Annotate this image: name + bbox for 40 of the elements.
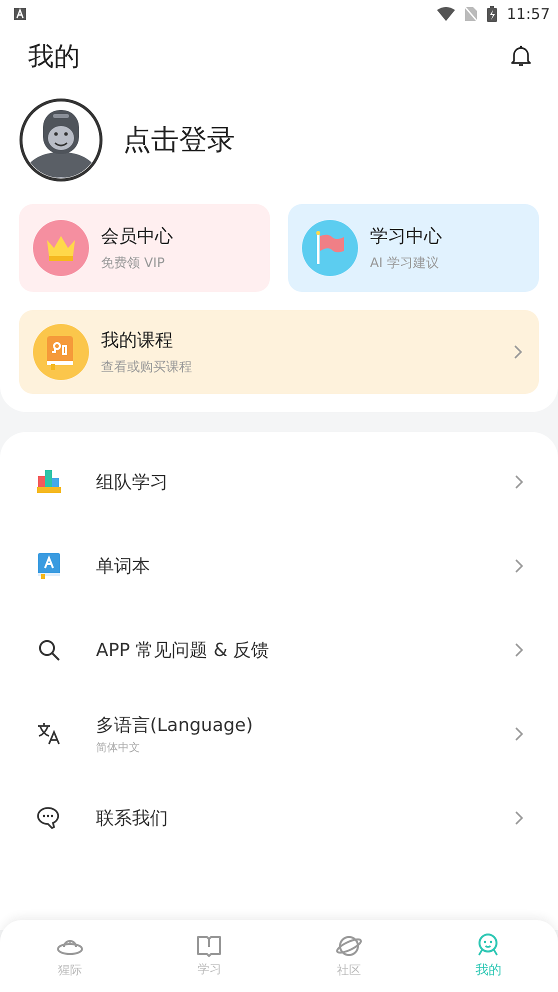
- status-time: 11:57: [506, 5, 550, 23]
- translate-icon: [37, 722, 61, 746]
- bell-icon[interactable]: [511, 45, 531, 67]
- feature-card[interactable]: 会员中心 免费领 VIP: [19, 204, 270, 292]
- no-sim-icon: [464, 7, 477, 21]
- planet-icon: [334, 934, 363, 958]
- card-subtitle: 查看或购买课程: [101, 359, 193, 376]
- chevron-icon: [514, 642, 524, 658]
- login-link[interactable]: 点击登录: [123, 121, 235, 159]
- chevron-icon: [514, 558, 524, 574]
- smiley-icon: [476, 933, 500, 957]
- crown-icon: [33, 220, 89, 276]
- chat-icon: [37, 807, 61, 829]
- page-title: 我的: [28, 40, 80, 74]
- menu-item-label[interactable]: 单词本: [96, 554, 514, 578]
- menu-item-label[interactable]: APP 常见问题 & 反馈: [96, 638, 514, 662]
- book-icon: [33, 324, 89, 380]
- card-title: 学习中心: [370, 225, 443, 248]
- search-icon: [38, 639, 60, 661]
- books-icon: [37, 470, 61, 494]
- book-icon: [196, 934, 222, 956]
- chevron-icon: [514, 474, 524, 490]
- card-subtitle: 免费领 VIP: [101, 255, 166, 272]
- card-title: 会员中心: [101, 225, 174, 248]
- menu-item-label[interactable]: 多语言(Language): [96, 713, 514, 737]
- card-subtitle: AI 学习建议: [370, 255, 440, 272]
- flag-icon: [302, 220, 358, 276]
- dictionary-icon: [37, 553, 61, 579]
- menu-item-label[interactable]: 联系我们: [96, 806, 514, 830]
- chevron-icon: [514, 726, 524, 742]
- notification-icon: [14, 8, 26, 20]
- feature-card[interactable]: 学习中心 AI 学习建议: [288, 204, 539, 292]
- chevron-icon: [514, 810, 524, 826]
- card-title: 我的课程: [101, 329, 174, 352]
- wifi-icon: [436, 7, 455, 21]
- course-card[interactable]: 我的课程 查看或购买课程: [19, 310, 539, 394]
- avatar-icon[interactable]: [19, 98, 103, 182]
- menu-item-label[interactable]: 组队学习: [96, 470, 514, 494]
- battery-icon: [486, 6, 497, 22]
- menu-item-detail: 简体中文: [96, 740, 141, 755]
